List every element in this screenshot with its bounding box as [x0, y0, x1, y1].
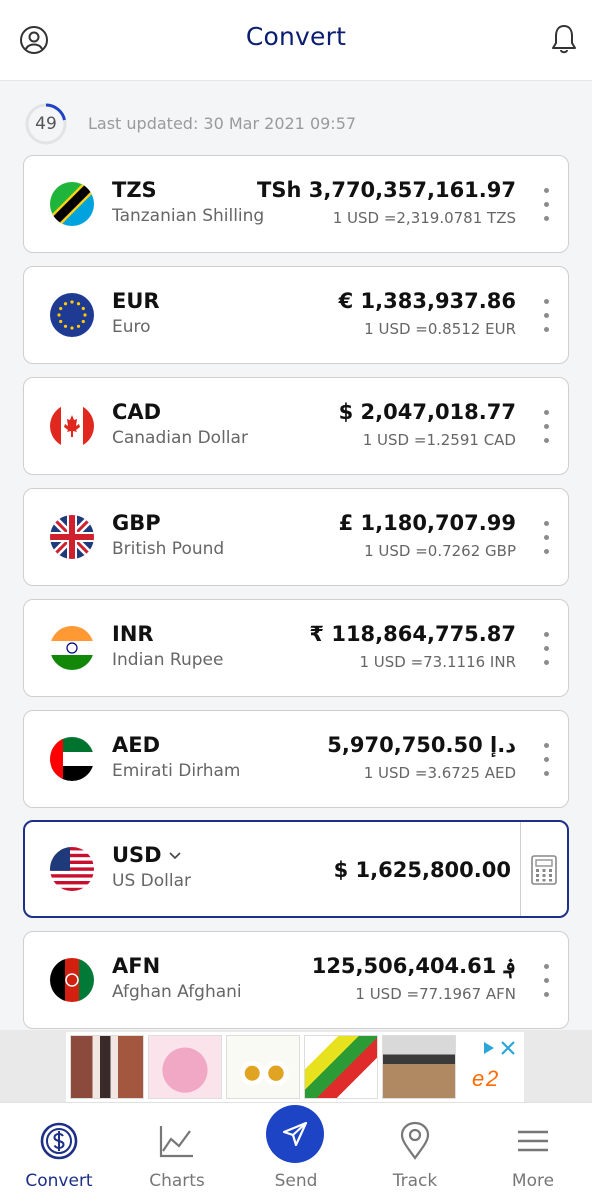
bell-icon[interactable]: [548, 22, 580, 56]
exchange-rate: 1 USD =0.8512 EUR: [364, 320, 516, 338]
currency-card-eur[interactable]: EUR Euro € 1,383,937.86 1 USD =0.8512 EU…: [23, 266, 569, 364]
currency-code: CAD: [112, 400, 162, 424]
page-title: Convert: [245, 22, 347, 51]
nav-label: Convert: [25, 1171, 93, 1191]
more-options-icon[interactable]: [536, 182, 556, 228]
exchange-rate: 1 USD =3.6725 AED: [363, 764, 516, 782]
currency-amount: 125,506,404.61 ؋: [311, 954, 516, 978]
eu-flag-icon: [50, 293, 94, 337]
ad-product-image[interactable]: [148, 1035, 222, 1099]
currency-code[interactable]: USD: [112, 843, 182, 867]
nav-label: Charts: [149, 1171, 205, 1191]
app-header: Convert: [0, 0, 592, 81]
currency-amount: ₹ 118,864,775.87: [309, 622, 516, 646]
paper-plane-icon: [282, 1121, 308, 1147]
nav-track[interactable]: Track: [356, 1103, 474, 1201]
nav-label: More: [511, 1171, 555, 1191]
more-options-icon[interactable]: [536, 737, 556, 783]
currency-amount: TSh 3,770,357,161.97: [257, 178, 516, 202]
currency-card-inr[interactable]: INR Indian Rupee ₹ 118,864,775.87 1 USD …: [23, 599, 569, 697]
currency-name: Euro: [112, 317, 151, 337]
ad-product-image[interactable]: [304, 1035, 378, 1099]
currency-card-usd-base[interactable]: USD US Dollar $ 1,625,800.00: [23, 820, 569, 918]
afghanistan-flag-icon: [50, 958, 94, 1002]
ad-product-image[interactable]: [226, 1035, 300, 1099]
currency-amount: £ 1,180,707.99: [338, 511, 516, 535]
tanzania-flag-icon: [50, 182, 94, 226]
exchange-rate: 1 USD =1.2591 CAD: [362, 431, 516, 449]
more-options-icon[interactable]: [536, 293, 556, 339]
exchange-rate: 1 USD =77.1967 AFN: [355, 985, 516, 1003]
svg-text:2: 2: [485, 1066, 498, 1091]
calculator-icon: [531, 855, 557, 885]
ad-product-image[interactable]: [382, 1035, 456, 1099]
usa-flag-icon: [50, 847, 94, 891]
more-options-icon[interactable]: [536, 626, 556, 672]
ad-brand-logo[interactable]: e 2: [464, 1038, 520, 1096]
currency-name: Canadian Dollar: [112, 428, 248, 448]
nav-charts[interactable]: Charts: [118, 1103, 236, 1201]
currency-card-gbp[interactable]: GBP British Pound £ 1,180,707.99 1 USD =…: [23, 488, 569, 586]
bottom-nav: Convert Charts Send Track More: [0, 1102, 592, 1201]
nav-label: Track: [392, 1171, 438, 1191]
currency-card-cad[interactable]: CAD Canadian Dollar $ 2,047,018.77 1 USD…: [23, 377, 569, 475]
currency-card-tzs[interactable]: TZS Tanzanian Shilling TSh 3,770,357,161…: [23, 155, 569, 253]
currency-amount: $ 2,047,018.77: [338, 400, 516, 424]
currency-name: US Dollar: [112, 871, 191, 891]
currency-name: British Pound: [112, 539, 225, 559]
more-options-icon[interactable]: [536, 958, 556, 1004]
nav-convert[interactable]: Convert: [0, 1103, 118, 1201]
nav-more[interactable]: More: [474, 1103, 592, 1201]
calculator-button[interactable]: [520, 822, 567, 916]
currency-name: Tanzanian Shilling: [112, 206, 265, 226]
currency-code: EUR: [112, 289, 160, 313]
currency-name: Indian Rupee: [112, 650, 224, 670]
line-chart-icon: [159, 1126, 193, 1158]
more-options-icon[interactable]: [536, 404, 556, 450]
nav-label: Send: [274, 1171, 318, 1191]
uk-flag-icon: [50, 515, 94, 559]
currency-amount: 5,970,750.50 د.إ: [327, 733, 516, 757]
dollar-coin-icon: [40, 1122, 78, 1160]
ad-banner[interactable]: e 2: [0, 1030, 592, 1102]
currency-card-afn[interactable]: AFN Afghan Afghani 125,506,404.61 ؋ 1 US…: [23, 931, 569, 1029]
currency-name: Emirati Dirham: [112, 761, 241, 781]
currency-code: TZS: [112, 178, 157, 202]
send-button[interactable]: [266, 1105, 324, 1163]
update-status: 49 Last updated: 30 Mar 2021 09:57: [24, 102, 564, 146]
currency-card-aed[interactable]: AED Emirati Dirham 5,970,750.50 د.إ 1 US…: [23, 710, 569, 808]
base-amount-input[interactable]: $ 1,625,800.00: [334, 858, 511, 882]
svg-text:e: e: [472, 1066, 484, 1091]
nav-send[interactable]: Send: [237, 1103, 355, 1201]
currency-code: AED: [112, 733, 161, 757]
currency-code: GBP: [112, 511, 161, 535]
currency-name: Afghan Afghani: [112, 982, 242, 1002]
chevron-down-icon[interactable]: [168, 849, 182, 863]
currency-code: INR: [112, 622, 154, 646]
location-pin-icon: [400, 1121, 430, 1160]
canada-flag-icon: [50, 404, 94, 448]
ad-content[interactable]: e 2: [66, 1032, 524, 1102]
last-updated-text: Last updated: 30 Mar 2021 09:57: [88, 114, 357, 133]
refresh-countdown: 49: [35, 114, 57, 134]
exchange-rate: 1 USD =2,319.0781 TZS: [332, 209, 516, 227]
more-options-icon[interactable]: [536, 515, 556, 561]
hamburger-menu-icon: [518, 1130, 548, 1152]
ad-product-image[interactable]: [70, 1035, 144, 1099]
india-flag-icon: [50, 626, 94, 670]
uae-flag-icon: [50, 737, 94, 781]
currency-amount: € 1,383,937.86: [338, 289, 516, 313]
currency-code: AFN: [112, 954, 161, 978]
exchange-rate: 1 USD =73.1116 INR: [359, 653, 516, 671]
exchange-rate: 1 USD =0.7262 GBP: [364, 542, 516, 560]
